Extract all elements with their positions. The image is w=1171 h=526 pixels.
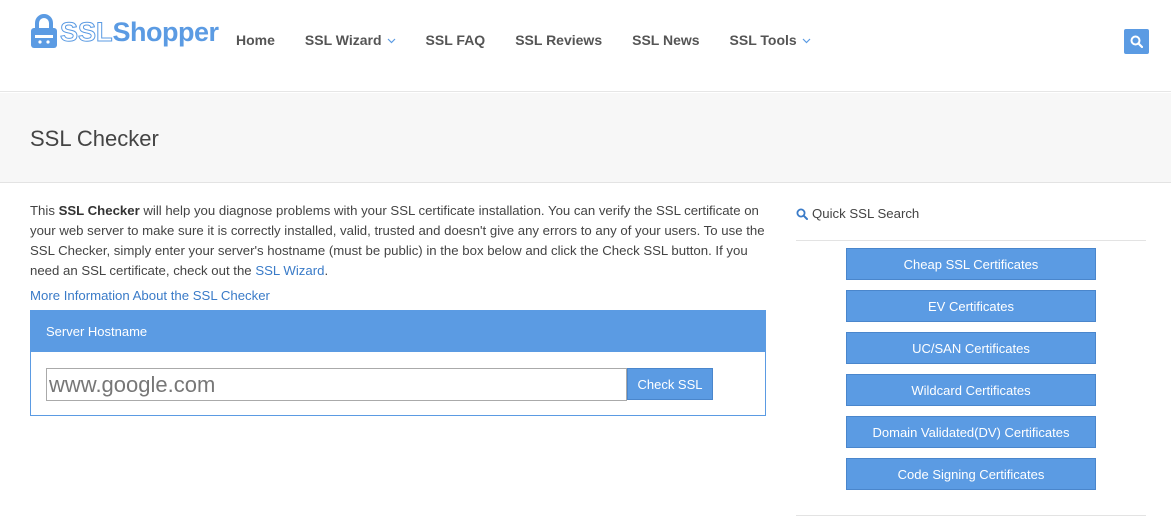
sidebar-button-domain-validated-dv-certificates[interactable]: Domain Validated(DV) Certificates: [846, 416, 1096, 448]
nav-item-label: Home: [236, 32, 275, 48]
nav-item-label: SSL Reviews: [515, 32, 603, 48]
sidebar-divider: [796, 515, 1146, 516]
quick-ssl-search-heading: Quick SSL Search: [796, 206, 919, 221]
chevron-down-icon: [802, 38, 811, 43]
intro-suffix: .: [324, 263, 329, 278]
sidebar-divider: [796, 240, 1146, 241]
intro-body: will help you diagnose problems with you…: [30, 203, 765, 278]
ssl-wizard-link[interactable]: SSL Wizard: [255, 263, 324, 278]
check-ssl-button[interactable]: Check SSL: [627, 368, 713, 400]
lock-icon: [31, 14, 57, 48]
page-title-band: SSL Checker: [0, 93, 1171, 183]
sidebar-button-code-signing-certificates[interactable]: Code Signing Certificates: [846, 458, 1096, 490]
nav-item-label: SSL FAQ: [425, 32, 486, 48]
main-nav: Home SSL Wizard SSL FAQ SSL Reviews SSL News…: [236, 32, 841, 48]
nav-item-ssl-news[interactable]: SSL News: [632, 32, 699, 48]
more-info-link[interactable]: More Information About the SSL Checker: [30, 286, 270, 306]
search-icon: [1130, 35, 1143, 48]
nav-item-label: SSL News: [632, 32, 700, 48]
sidebar-button-wildcard-certificates[interactable]: Wildcard Certificates: [846, 374, 1096, 406]
site-header: SSL Shopper Home SSL Wizard SSL FAQ SSL Revi…: [0, 0, 1171, 92]
nav-item-ssl-wizard[interactable]: SSL Wizard: [305, 32, 396, 48]
search-button[interactable]: [1124, 29, 1149, 54]
nav-item-home[interactable]: Home: [236, 32, 275, 48]
search-icon: [796, 208, 808, 220]
nav-item-ssl-tools[interactable]: SSL Tools: [730, 32, 811, 48]
nav-item-ssl-faq[interactable]: SSL FAQ: [426, 32, 486, 48]
page-title: SSL Checker: [30, 126, 159, 151]
site-logo[interactable]: SSL Shopper: [30, 12, 219, 52]
nav-item-label: SSL Tools: [729, 32, 797, 48]
sidebar-button-cheap-ssl-certificates[interactable]: Cheap SSL Certificates: [846, 248, 1096, 280]
hostname-input[interactable]: [46, 368, 627, 401]
intro-bold: SSL Checker: [58, 203, 140, 218]
nav-item-label: SSL Wizard: [304, 32, 382, 48]
ssl-checker-form: Server Hostname Check SSL: [30, 310, 766, 416]
quick-ssl-search-label: Quick SSL Search: [812, 206, 920, 221]
logo-shopper-text: Shopper: [112, 16, 220, 47]
nav-item-ssl-reviews[interactable]: SSL Reviews: [515, 32, 602, 48]
sidebar-button-uc-san-certificates[interactable]: UC/SAN Certificates: [846, 332, 1096, 364]
sidebar-button-ev-certificates[interactable]: EV Certificates: [846, 290, 1096, 322]
logo-ssl-text: SSL: [60, 16, 114, 47]
intro-prefix: This: [30, 203, 59, 218]
chevron-down-icon: [387, 38, 395, 43]
server-hostname-heading: Server Hostname: [31, 311, 765, 352]
intro-paragraph: This SSL Checker will help you diagnose …: [30, 201, 770, 281]
